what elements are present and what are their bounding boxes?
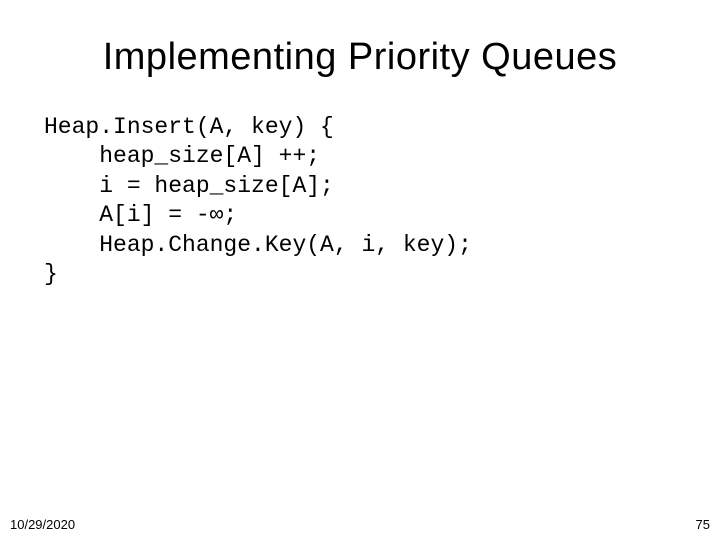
code-line: Heap.Change.Key(A, i, key);: [44, 232, 472, 258]
code-line: A[i] = -∞;: [44, 202, 237, 228]
code-line: }: [44, 261, 58, 287]
code-line: heap_size[A] ++;: [44, 143, 320, 169]
footer-page-number: 75: [696, 517, 710, 532]
footer-date: 10/29/2020: [10, 517, 75, 532]
code-block: Heap.Insert(A, key) { heap_size[A] ++; i…: [44, 113, 720, 290]
code-line: Heap.Insert(A, key) {: [44, 114, 334, 140]
slide-title: Implementing Priority Queues: [0, 0, 720, 79]
code-line: i = heap_size[A];: [44, 173, 334, 199]
